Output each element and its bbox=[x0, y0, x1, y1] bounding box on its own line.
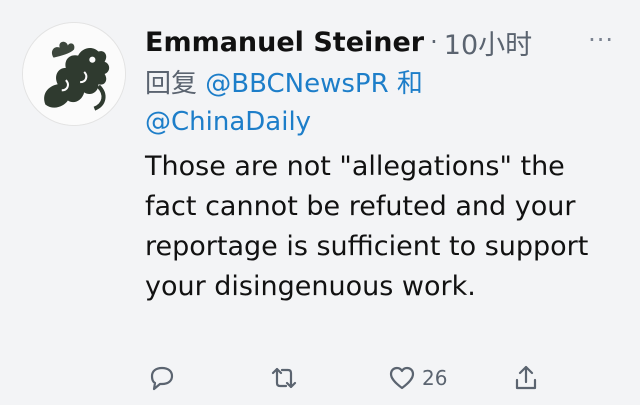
author-name[interactable]: Emmanuel Steiner bbox=[145, 27, 424, 58]
reply-connector: 和 bbox=[396, 69, 423, 99]
separator-dot: · bbox=[430, 28, 438, 56]
mention-bbcnewspr[interactable]: @BBCNewsPR bbox=[205, 69, 388, 99]
dragon-logo-icon bbox=[23, 23, 125, 125]
heart-icon bbox=[389, 366, 415, 390]
timestamp[interactable]: 10小时 bbox=[444, 23, 532, 62]
retweet-button[interactable] bbox=[270, 364, 298, 392]
reply-context: 回复 @BBCNewsPR 和 @ChinaDaily bbox=[145, 65, 620, 141]
tweet-header: Emmanuel Steiner · 10小时 bbox=[145, 22, 620, 62]
more-options-icon[interactable]: ··· bbox=[588, 26, 614, 54]
share-button[interactable] bbox=[512, 364, 540, 392]
tweet-body: Emmanuel Steiner · 10小时 ··· 回复 @BBCNewsP… bbox=[145, 22, 620, 307]
share-icon bbox=[515, 365, 537, 390]
reply-icon bbox=[150, 366, 174, 391]
like-button[interactable]: 26 bbox=[388, 364, 447, 392]
reply-button[interactable] bbox=[148, 364, 176, 392]
mention-chinadaily[interactable]: @ChinaDaily bbox=[145, 107, 311, 137]
retweet-icon bbox=[271, 367, 297, 389]
action-bar: 26 bbox=[0, 364, 640, 404]
tweet-text: Those are not "allegations" the fact can… bbox=[145, 151, 589, 302]
tweet: Emmanuel Steiner · 10小时 ··· 回复 @BBCNewsP… bbox=[0, 0, 640, 405]
avatar[interactable] bbox=[22, 22, 126, 126]
reply-prefix: 回复 bbox=[145, 69, 198, 99]
like-count: 26 bbox=[422, 366, 448, 390]
